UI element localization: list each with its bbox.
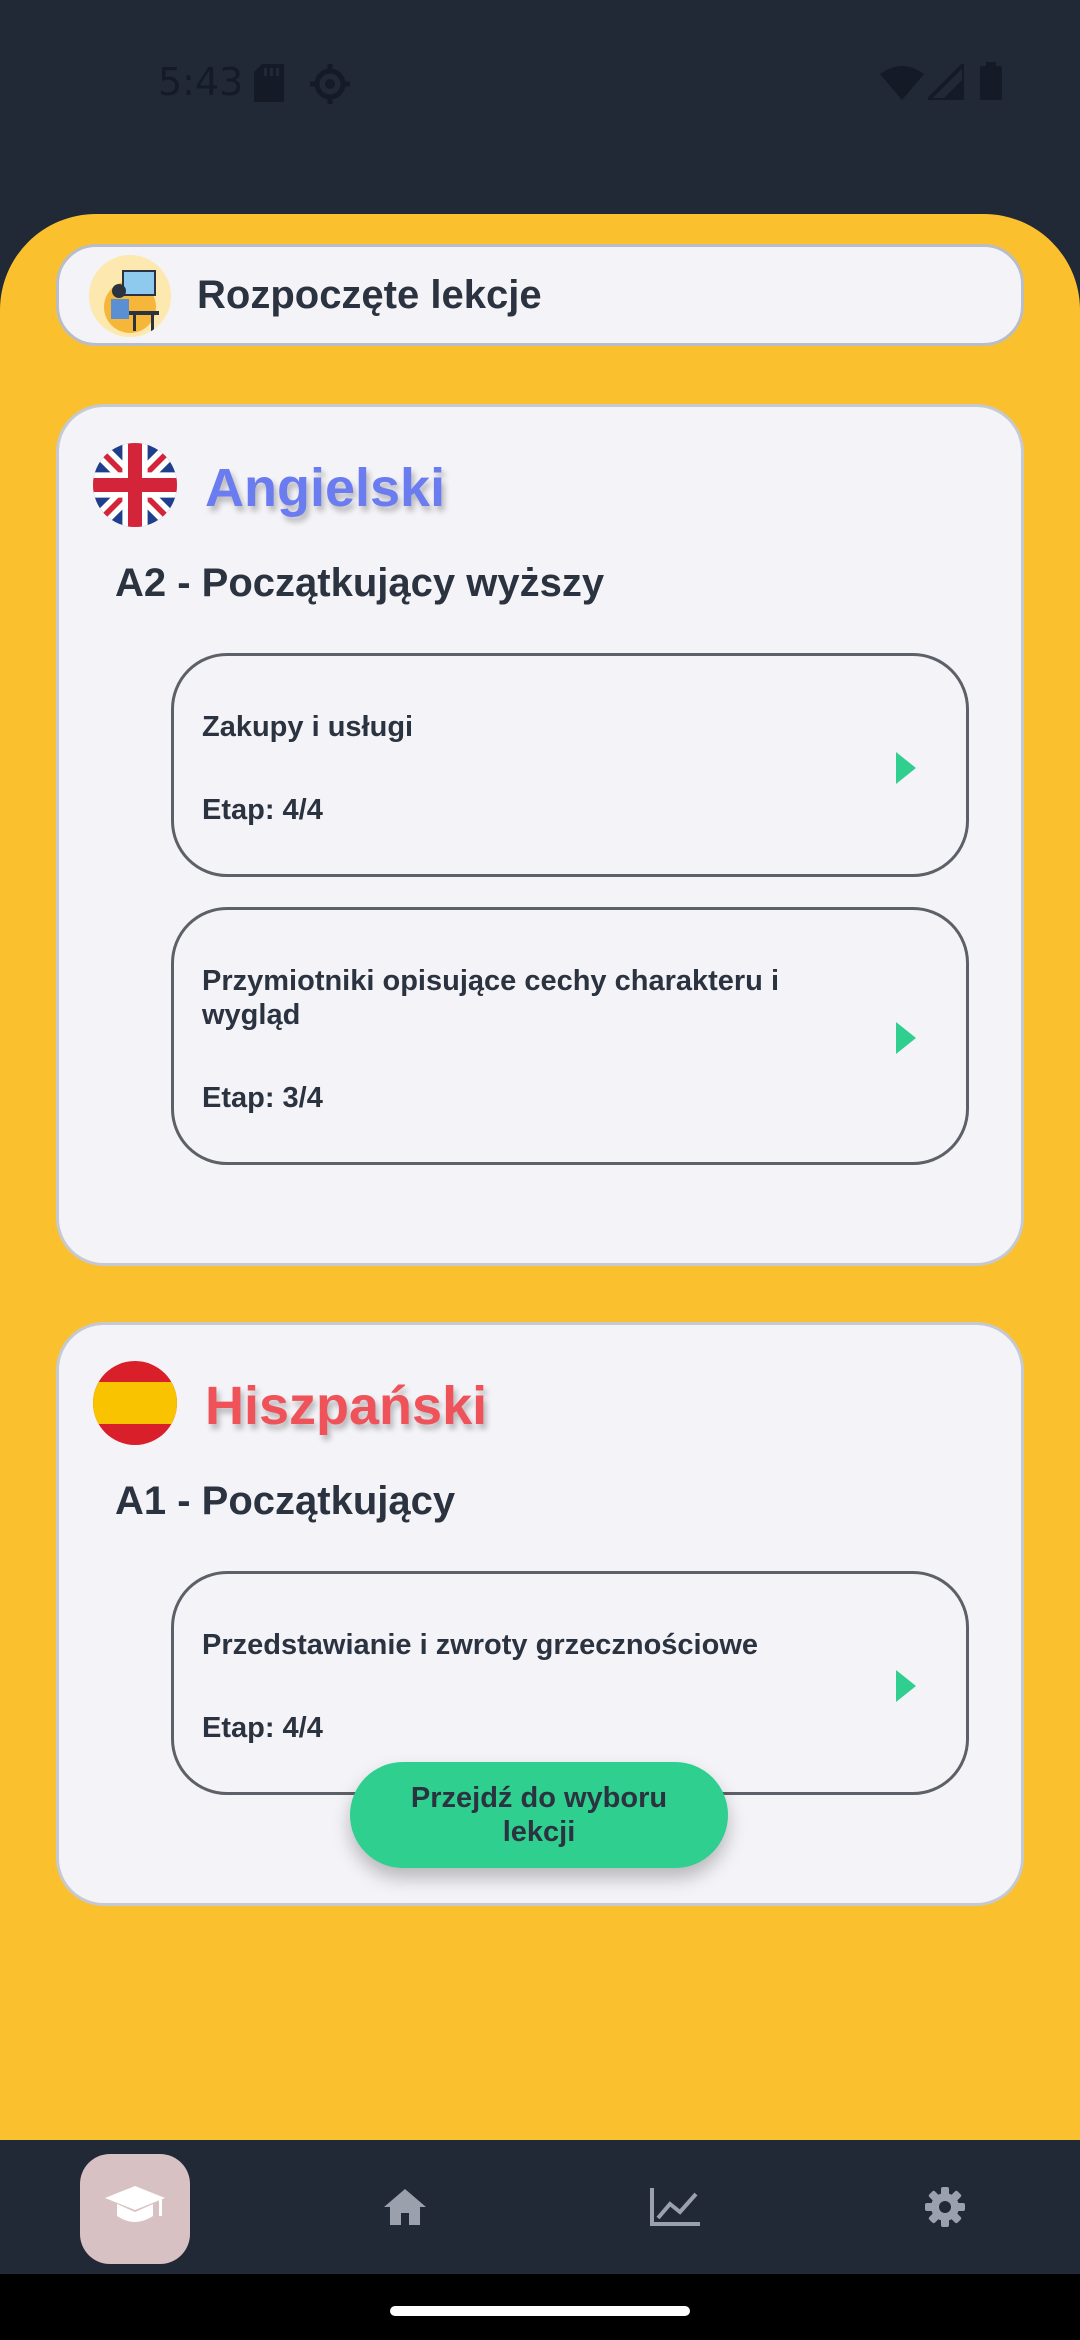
home-gesture-bar[interactable] — [390, 2306, 690, 2316]
play-icon[interactable] — [896, 752, 916, 784]
language-level: A1 - Początkujący — [115, 1479, 456, 1523]
signal-icon — [923, 59, 966, 105]
battery-icon — [980, 62, 1002, 105]
language-level: A2 - Początkujący wyższy — [115, 561, 605, 605]
lesson-title: Przymiotniki opisujące cechy charakteru … — [202, 965, 780, 1031]
nav-item-settings[interactable] — [890, 2154, 1000, 2264]
uk-flag-icon — [93, 443, 177, 527]
lesson-title: Zakupy i usługi — [202, 711, 414, 743]
chart-line-icon — [650, 2187, 700, 2231]
bottom-nav — [0, 2140, 1080, 2274]
lesson-stage: Etap: 4/4 — [202, 1712, 323, 1744]
settings-status-icon — [310, 64, 350, 109]
spain-flag-icon — [93, 1361, 177, 1445]
play-icon[interactable] — [896, 1022, 916, 1054]
lesson-title: Przedstawianie i zwroty grzecznościowe — [202, 1629, 758, 1661]
page-title: Rozpoczęte lekcje — [197, 273, 542, 317]
home-icon — [384, 2188, 426, 2230]
lesson-card[interactable]: Przymiotniki opisujące cechy charakteru … — [171, 907, 969, 1165]
play-icon[interactable] — [896, 1670, 916, 1702]
graduation-cap-icon — [105, 2184, 165, 2235]
status-time: 5:43 — [158, 60, 244, 104]
language-name: Hiszpański — [205, 1376, 488, 1436]
language-name: Angielski — [205, 458, 446, 518]
lesson-card[interactable]: Zakupy i usługi Etap: 4/4 — [171, 653, 969, 877]
choose-lesson-button[interactable]: Przejdź do wyboru lekcji — [350, 1762, 728, 1868]
sd-card-icon — [254, 64, 284, 107]
status-bar: 5:43 — [0, 0, 1080, 170]
wifi-icon — [880, 66, 924, 105]
lesson-stage: Etap: 3/4 — [202, 1082, 323, 1114]
avatar — [89, 255, 171, 337]
language-card-english: Angielski A2 - Początkujący wyższy Zakup… — [56, 404, 1024, 1266]
nav-item-stats[interactable] — [620, 2154, 730, 2264]
header-card: Rozpoczęte lekcje — [56, 244, 1024, 346]
nav-item-lessons[interactable] — [80, 2154, 190, 2264]
nav-item-home[interactable] — [350, 2154, 460, 2264]
lesson-stage: Etap: 4/4 — [202, 794, 323, 826]
gear-icon — [925, 2186, 965, 2232]
